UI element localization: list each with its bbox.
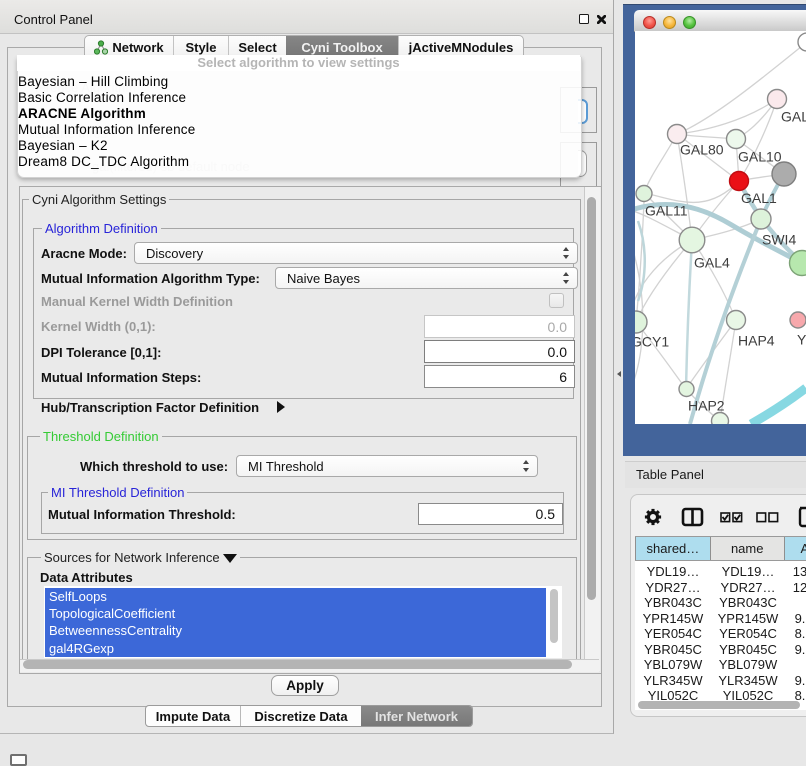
svg-text:GAL11: GAL11 bbox=[645, 203, 688, 219]
svg-text:GAL1: GAL1 bbox=[741, 190, 777, 206]
svg-text:HAP2: HAP2 bbox=[688, 398, 725, 414]
svg-text:GAL4: GAL4 bbox=[694, 255, 730, 271]
svg-text:Y: Y bbox=[797, 332, 806, 348]
svg-text:GCY1: GCY1 bbox=[635, 334, 669, 350]
svg-text:GAL10: GAL10 bbox=[738, 149, 782, 165]
svg-text:SWI4: SWI4 bbox=[762, 232, 796, 248]
svg-text:HAP4: HAP4 bbox=[738, 333, 775, 349]
svg-text:GAL: GAL bbox=[781, 109, 806, 125]
svg-text:GAL80: GAL80 bbox=[680, 142, 724, 158]
